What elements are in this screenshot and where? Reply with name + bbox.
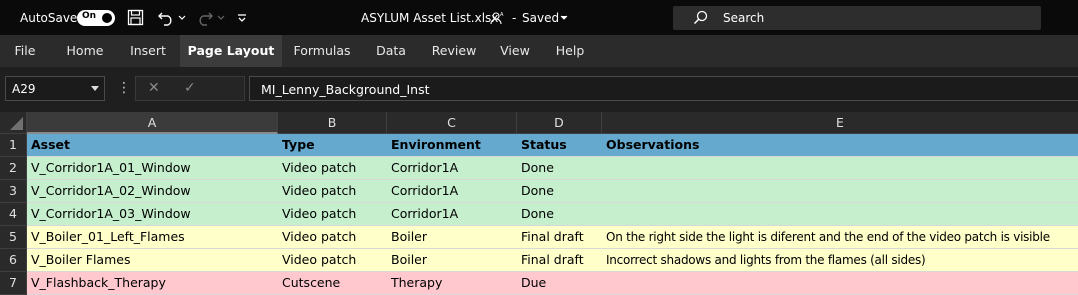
- column-header-e[interactable]: E: [602, 112, 1078, 134]
- cell-asset[interactable]: V_Corridor1A_02_Window: [27, 180, 191, 202]
- svg-text:A: A: [500, 12, 504, 18]
- cell-asset[interactable]: V_Corridor1A_01_Window: [27, 157, 191, 179]
- table-row: V_Boiler Flames Video patch Boiler Final…: [27, 249, 1078, 272]
- tab-home[interactable]: Home: [55, 35, 115, 67]
- autosave-label: AutoSave: [20, 10, 78, 25]
- formula-bar-options-icon[interactable]: ⋮: [117, 80, 131, 96]
- cell-status[interactable]: Final draft: [517, 249, 584, 271]
- column-header-a[interactable]: A: [27, 112, 278, 134]
- redo-icon[interactable]: [196, 0, 214, 35]
- cell-observations[interactable]: [602, 203, 606, 225]
- row-header[interactable]: 3: [0, 180, 27, 203]
- row-header[interactable]: 7: [0, 272, 27, 295]
- search-icon: [693, 10, 708, 29]
- tab-data[interactable]: Data: [365, 35, 417, 67]
- cell-observations[interactable]: On the right side the light is diferent …: [602, 226, 1050, 248]
- cell-type[interactable]: Video patch: [278, 180, 356, 202]
- row-header[interactable]: 1: [0, 134, 27, 157]
- spreadsheet-grid: A B C D E 1 Asset Type Environment Statu…: [0, 112, 1078, 295]
- coauthor-icon: A: [490, 0, 504, 35]
- name-box[interactable]: A29: [5, 76, 105, 101]
- column-header-c[interactable]: C: [387, 112, 517, 134]
- search-label: Search: [723, 11, 765, 25]
- table-row: V_Corridor1A_03_Window Video patch Corri…: [27, 203, 1078, 226]
- header-cell-type[interactable]: Type: [278, 134, 387, 156]
- row-header[interactable]: 5: [0, 226, 27, 249]
- file-title: ASYLUM Asset List.xlsx: [361, 10, 499, 25]
- cell-type[interactable]: Video patch: [278, 226, 356, 248]
- table-row: V_Boiler_01_Left_Flames Video patch Boil…: [27, 226, 1078, 249]
- cell-status[interactable]: Done: [517, 157, 554, 179]
- redo-dropdown-icon[interactable]: [217, 0, 225, 35]
- cell-environment[interactable]: Therapy: [387, 272, 442, 294]
- tab-insert[interactable]: Insert: [120, 35, 176, 67]
- ribbon-tabs: File Home Insert Page Layout Formulas Da…: [0, 35, 1078, 67]
- cell-status[interactable]: Done: [517, 203, 554, 225]
- table-row: V_Flashback_Therapy Cutscene Therapy Due: [27, 272, 1078, 295]
- cell-status[interactable]: Final draft: [517, 226, 584, 248]
- search-box[interactable]: Search: [673, 6, 1041, 30]
- column-header-d[interactable]: D: [517, 112, 602, 134]
- title-bar: AutoSave On ASYLUM Asset List.xlsx A - S…: [0, 0, 1078, 35]
- header-cell-environment[interactable]: Environment: [387, 134, 517, 156]
- row-header[interactable]: 4: [0, 203, 27, 226]
- header-cell-observations[interactable]: Observations: [602, 134, 1078, 156]
- column-header-b[interactable]: B: [278, 112, 387, 134]
- cell-type[interactable]: Video patch: [278, 249, 356, 271]
- header-cell-asset[interactable]: Asset: [27, 134, 278, 156]
- tab-file[interactable]: File: [3, 35, 47, 67]
- row-header[interactable]: 2: [0, 157, 27, 180]
- cell-status[interactable]: Done: [517, 180, 554, 202]
- cell-observations[interactable]: [602, 180, 606, 202]
- cell-observations[interactable]: Incorrect shadows and lights from the fl…: [602, 249, 926, 271]
- cell-observations[interactable]: [602, 157, 606, 179]
- formula-input[interactable]: MI_Lenny_Background_Inst: [249, 76, 1078, 101]
- formula-content: MI_Lenny_Background_Inst: [261, 82, 430, 97]
- table-row: V_Corridor1A_01_Window Video patch Corri…: [27, 157, 1078, 180]
- tab-help[interactable]: Help: [545, 35, 595, 67]
- customize-toolbar-icon[interactable]: [237, 0, 247, 35]
- tab-review[interactable]: Review: [424, 35, 484, 67]
- formula-buttons: ✕ ✓ fx: [135, 76, 367, 101]
- tab-formulas[interactable]: Formulas: [287, 35, 357, 67]
- toggle-knob: [102, 13, 112, 23]
- row-header[interactable]: 6: [0, 249, 27, 272]
- table-row: V_Corridor1A_02_Window Video patch Corri…: [27, 180, 1078, 203]
- cell-type[interactable]: Video patch: [278, 157, 356, 179]
- autosave-toggle[interactable]: On: [77, 10, 115, 26]
- cancel-icon[interactable]: ✕: [148, 80, 160, 96]
- name-box-value: A29: [12, 82, 36, 96]
- select-all-button[interactable]: [0, 112, 27, 134]
- cell-asset[interactable]: V_Boiler Flames: [27, 249, 130, 271]
- cell-asset[interactable]: V_Flashback_Therapy: [27, 272, 166, 294]
- name-box-dropdown-icon[interactable]: [91, 86, 99, 91]
- header-cell-status[interactable]: Status: [517, 134, 602, 156]
- save-icon[interactable]: [127, 0, 144, 35]
- toggle-label: On: [82, 11, 97, 21]
- select-all-icon: [10, 117, 23, 130]
- save-state[interactable]: Saved: [522, 0, 559, 35]
- enter-icon[interactable]: ✓: [184, 80, 196, 96]
- cell-status[interactable]: Due: [517, 272, 546, 294]
- cell-environment[interactable]: Boiler: [387, 226, 427, 248]
- save-state-dropdown-icon[interactable]: [560, 0, 568, 35]
- cell-environment[interactable]: Boiler: [387, 249, 427, 271]
- cell-type[interactable]: Cutscene: [278, 272, 340, 294]
- cell-type[interactable]: Video patch: [278, 203, 356, 225]
- tab-page-layout[interactable]: Page Layout: [180, 35, 282, 67]
- cell-environment[interactable]: Corridor1A: [387, 157, 458, 179]
- undo-dropdown-icon[interactable]: [178, 0, 186, 35]
- cell-asset[interactable]: V_Boiler_01_Left_Flames: [27, 226, 185, 248]
- cell-asset[interactable]: V_Corridor1A_03_Window: [27, 203, 191, 225]
- table-header-row: Asset Type Environment Status Observatio…: [27, 134, 1078, 157]
- cell-environment[interactable]: Corridor1A: [387, 180, 458, 202]
- tab-view[interactable]: View: [491, 35, 539, 67]
- cell-environment[interactable]: Corridor1A: [387, 203, 458, 225]
- undo-icon[interactable]: [157, 0, 175, 35]
- save-state-separator: -: [512, 10, 517, 25]
- cell-observations[interactable]: [602, 272, 606, 294]
